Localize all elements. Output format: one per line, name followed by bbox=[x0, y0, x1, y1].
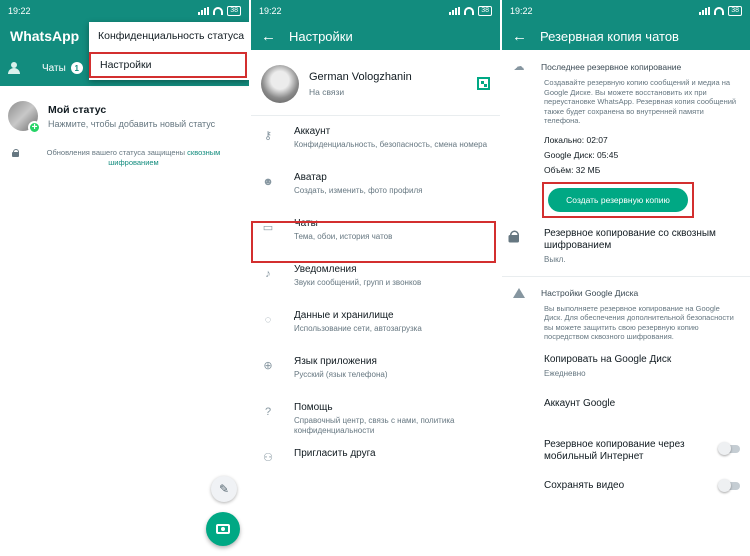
status-bar: 19:22 38 bbox=[502, 0, 750, 22]
signal-icon bbox=[198, 7, 210, 15]
menu-item-status-privacy[interactable]: Конфиденциальность статуса bbox=[89, 22, 249, 50]
chat-icon: ▭ bbox=[262, 222, 274, 234]
status-bar: 19:22 38 bbox=[0, 0, 249, 22]
encryption-text: Обновления вашего статуса защищены bbox=[46, 148, 186, 157]
page-title: Резервная копия чатов bbox=[540, 28, 679, 44]
menu-item-settings[interactable]: Настройки bbox=[89, 52, 247, 78]
community-icon[interactable] bbox=[6, 62, 24, 74]
signal-icon bbox=[449, 7, 461, 15]
backup-button-highlight: Создать резервную копию bbox=[542, 181, 694, 218]
save-video-row[interactable]: Сохранять видео bbox=[502, 478, 750, 494]
whatsapp-status-screen: 19:22 38 WhatsApp Чаты 1 Конфиденциально… bbox=[0, 0, 249, 556]
battery-icon: 38 bbox=[227, 6, 241, 16]
profile-row[interactable]: German Vologzhanin На связи bbox=[251, 52, 500, 116]
settings-item-help[interactable]: ? Помощь Справочный центр, связь с нами,… bbox=[251, 402, 500, 448]
gdrive-backup-time: Google Диск: 05:45 bbox=[544, 149, 619, 160]
back-arrow-icon[interactable]: ← bbox=[512, 28, 540, 45]
unread-badge: 1 bbox=[70, 62, 83, 74]
bell-icon: ♪ bbox=[265, 268, 271, 280]
save-video-toggle[interactable] bbox=[718, 478, 740, 492]
encryption-note: Обновления вашего статуса защищены сквоз… bbox=[0, 148, 249, 168]
clock: 19:22 bbox=[510, 6, 533, 16]
people-icon: ⚇ bbox=[263, 452, 273, 464]
storage-icon: ◌ bbox=[264, 314, 272, 326]
profile-avatar[interactable] bbox=[261, 64, 299, 103]
key-icon: ⚷ bbox=[263, 130, 273, 142]
copy-to-gdrive-title: Копировать на Google Диск bbox=[544, 353, 672, 365]
my-status-title: Мой статус bbox=[48, 103, 107, 116]
clock: 19:22 bbox=[259, 6, 282, 16]
app-bar: ← Резервная копия чатов bbox=[502, 22, 750, 50]
gdrive-settings-description: Вы выполняете резервное копирование на G… bbox=[544, 303, 734, 342]
back-arrow-icon[interactable]: ← bbox=[261, 28, 289, 45]
battery-icon: 38 bbox=[478, 6, 492, 16]
overflow-menu: Конфиденциальность статуса Настройки bbox=[89, 22, 249, 80]
google-account-title: Аккаунт Google bbox=[544, 397, 616, 409]
avatar-icon: ☻ bbox=[262, 176, 274, 188]
copy-frequency: Ежедневно bbox=[544, 368, 586, 378]
settings-item-storage[interactable]: ◌ Данные и хранилище Использование сети,… bbox=[251, 310, 500, 356]
save-video-title: Сохранять видео bbox=[544, 479, 625, 491]
google-drive-icon bbox=[513, 287, 525, 298]
e2e-backup-status: Выкл. bbox=[544, 254, 566, 264]
mobile-backup-row[interactable]: Резервное копирование через мобильный Ин… bbox=[502, 439, 750, 463]
status-bar: 19:22 38 bbox=[251, 0, 500, 22]
last-backup-title: Последнее резервное копирование bbox=[541, 62, 682, 72]
app-bar: ← Настройки bbox=[251, 22, 500, 50]
signal-icon bbox=[699, 7, 711, 15]
avatar: + bbox=[8, 101, 41, 134]
last-backup-section: ☁ Последнее резервное копирование Создав… bbox=[502, 60, 750, 178]
settings-item-account[interactable]: ⚷ Аккаунт Конфиденциальность, безопаснос… bbox=[251, 126, 500, 172]
settings-item-chats[interactable]: ▭ Чаты Тема, обои, история чатов bbox=[251, 218, 500, 264]
e2e-backup-row[interactable]: Резервное копирование со сквозным шифров… bbox=[502, 228, 750, 264]
gdrive-settings-section: Настройки Google Диска Вы выполняете рез… bbox=[502, 286, 750, 342]
new-text-status-button[interactable]: ✎ bbox=[211, 476, 237, 502]
app-title: WhatsApp bbox=[10, 28, 80, 44]
qr-code-icon[interactable] bbox=[477, 77, 490, 90]
settings-item-avatar[interactable]: ☻ Аватар Создать, изменить, фото профиля bbox=[251, 172, 500, 218]
backup-size: Объём: 32 МБ bbox=[544, 164, 601, 175]
profile-status: На связи bbox=[309, 86, 345, 97]
mobile-backup-title: Резервное копирование через мобильный Ин… bbox=[544, 438, 685, 462]
settings-screen: 19:22 38 ← Настройки German Vologzhanin … bbox=[251, 0, 500, 556]
add-status-icon: + bbox=[28, 121, 41, 134]
camera-icon bbox=[216, 524, 230, 534]
google-account-row[interactable]: Аккаунт Google bbox=[502, 398, 750, 412]
local-backup-time: Локально: 02:07 bbox=[544, 134, 608, 145]
clock: 19:22 bbox=[8, 6, 31, 16]
globe-icon: ⊕ bbox=[263, 360, 273, 372]
camera-status-button[interactable] bbox=[206, 512, 240, 546]
battery-icon: 38 bbox=[728, 6, 742, 16]
cloud-upload-icon: ☁ bbox=[513, 61, 525, 73]
help-icon: ? bbox=[264, 406, 272, 418]
create-backup-button[interactable]: Создать резервную копию bbox=[548, 187, 688, 212]
my-status-row[interactable]: + Мой статус Нажмите, чтобы добавить нов… bbox=[0, 92, 249, 140]
wifi-icon bbox=[464, 7, 475, 15]
page-title: Настройки bbox=[289, 28, 353, 44]
wifi-icon bbox=[714, 7, 725, 15]
last-backup-description: Создавайте резервную копию сообщений и м… bbox=[544, 78, 737, 125]
pencil-icon: ✎ bbox=[218, 482, 230, 496]
lock-icon bbox=[12, 149, 20, 157]
mobile-backup-toggle[interactable] bbox=[718, 441, 740, 455]
e2e-backup-title: Резервное копирование со сквозным шифров… bbox=[544, 227, 716, 251]
settings-item-invite[interactable]: ⚇ Пригласить друга bbox=[251, 448, 500, 494]
tab-chats[interactable]: Чаты 1 bbox=[42, 62, 83, 74]
settings-item-language[interactable]: ⊕ Язык приложения Русский (язык телефона… bbox=[251, 356, 500, 402]
tab-chats-label: Чаты bbox=[42, 62, 66, 74]
my-status-subtitle: Нажмите, чтобы добавить новый статус bbox=[48, 118, 216, 129]
chat-backup-screen: 19:22 38 ← Резервная копия чатов ☁ После… bbox=[502, 0, 750, 556]
wifi-icon bbox=[213, 7, 224, 15]
lock-icon bbox=[508, 230, 530, 251]
copy-to-gdrive-row[interactable]: Копировать на Google Диск Ежедневно bbox=[502, 354, 750, 378]
gdrive-settings-title: Настройки Google Диска bbox=[541, 287, 639, 298]
settings-item-notifications[interactable]: ♪ Уведомления Звуки сообщений, групп и з… bbox=[251, 264, 500, 310]
profile-name: German Vologzhanin bbox=[309, 70, 412, 83]
